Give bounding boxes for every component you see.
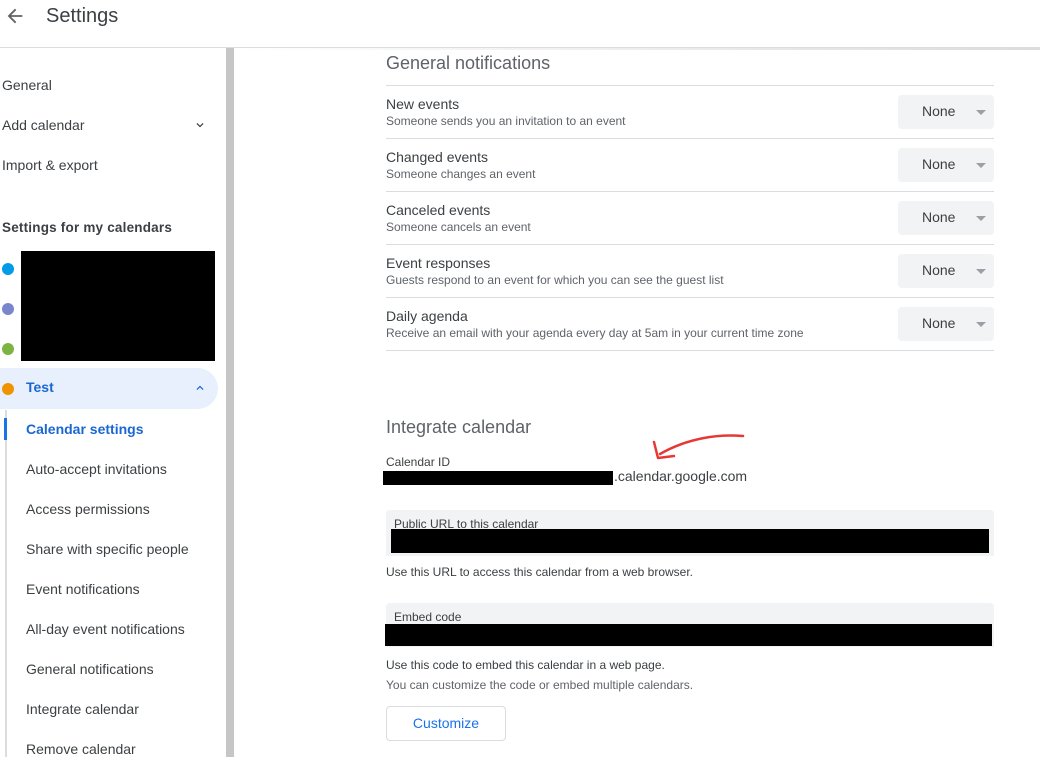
back-arrow-icon[interactable] (4, 5, 26, 27)
content-top-shadow (234, 48, 1040, 50)
public-url-help: Use this URL to access this calendar fro… (386, 565, 694, 579)
submenu-active-indicator (4, 418, 7, 440)
notification-title: New events (386, 96, 460, 112)
notification-description: Receive an email with your agenda every … (386, 326, 804, 340)
notification-select[interactable]: None (898, 307, 994, 341)
notification-row-event-responses: Event responses Guests respond to an eve… (386, 245, 994, 298)
sidebar-sub-share-people[interactable]: Share with specific people (26, 539, 189, 559)
select-value: None (922, 262, 956, 278)
sidebar-sub-auto-accept[interactable]: Auto-accept invitations (26, 459, 167, 479)
sidebar-item-add-calendar[interactable]: Add calendar (2, 115, 85, 135)
redacted-embed-code (385, 624, 992, 646)
chevron-down-icon[interactable] (193, 118, 207, 132)
dropdown-arrow-icon (976, 216, 986, 221)
calendar-color-dot (2, 263, 14, 275)
dropdown-arrow-icon (976, 269, 986, 274)
notification-description: Someone cancels an event (386, 220, 531, 234)
select-value: None (922, 156, 956, 172)
notification-description: Someone sends you an invitation to an ev… (386, 114, 626, 128)
select-value: None (922, 209, 956, 225)
notification-row-canceled-events: Canceled events Someone cancels an event… (386, 192, 994, 245)
notification-select[interactable]: None (898, 148, 994, 182)
redacted-calendar-names (21, 251, 215, 361)
sidebar-sub-remove-calendar[interactable]: Remove calendar (26, 739, 136, 759)
sidebar-sub-general-notifications[interactable]: General notifications (26, 659, 154, 679)
sidebar-item-import-export[interactable]: Import & export (2, 155, 98, 175)
embed-code-help-secondary: You can customize the code or embed mult… (386, 678, 694, 692)
dropdown-arrow-icon (976, 163, 986, 168)
notification-row-changed-events: Changed events Someone changes an event … (386, 139, 994, 192)
notification-title: Event responses (386, 255, 491, 271)
select-value: None (922, 103, 956, 119)
notification-description: Someone changes an event (386, 167, 536, 181)
notification-description: Guests respond to an event for which you… (386, 273, 724, 287)
general-notifications-heading: General notifications (386, 53, 551, 73)
sidebar-item-general[interactable]: General (2, 75, 52, 95)
sidebar-sub-all-day-notifications[interactable]: All-day event notifications (26, 619, 185, 639)
notification-select[interactable]: None (898, 95, 994, 129)
embed-code-label: Embed code (394, 610, 462, 624)
page-title: Settings (46, 5, 119, 27)
redacted-calendar-id (383, 471, 613, 485)
annotation-arrow-icon (652, 434, 745, 460)
notification-title: Changed events (386, 149, 488, 165)
redacted-public-url (391, 529, 989, 553)
sidebar-sub-calendar-settings[interactable]: Calendar settings (26, 419, 143, 439)
calendar-id-label: Calendar ID (386, 455, 451, 469)
calendar-color-dot (2, 383, 14, 395)
select-value: None (922, 315, 956, 331)
sidebar-sub-integrate-calendar[interactable]: Integrate calendar (26, 699, 139, 719)
dropdown-arrow-icon (976, 322, 986, 327)
sidebar-sub-event-notifications[interactable]: Event notifications (26, 579, 140, 599)
app-header: Settings (0, 0, 1040, 48)
customize-button[interactable]: Customize (386, 706, 506, 741)
embed-code-help: Use this code to embed this calendar in … (386, 658, 665, 672)
sidebar-calendar-label[interactable]: Test (26, 379, 54, 395)
sidebar-scrollbar[interactable] (226, 48, 234, 757)
notification-row-daily-agenda: Daily agenda Receive an email with your … (386, 298, 994, 351)
notification-row-new-events: New events Someone sends you an invitati… (386, 86, 994, 139)
calendar-color-dot (2, 343, 14, 355)
notification-title: Canceled events (386, 202, 491, 218)
integrate-calendar-heading: Integrate calendar (386, 417, 532, 437)
dropdown-arrow-icon (976, 110, 986, 115)
notification-title: Daily agenda (386, 308, 468, 324)
notification-select[interactable]: None (898, 254, 994, 288)
notification-select[interactable]: None (898, 201, 994, 235)
sidebar-sub-access-permissions[interactable]: Access permissions (26, 499, 150, 519)
calendar-id-suffix[interactable]: .calendar.google.com (614, 468, 747, 484)
chevron-up-icon[interactable] (193, 381, 207, 395)
calendar-color-dot (2, 303, 14, 315)
section-heading-my-calendars: Settings for my calendars (2, 220, 173, 235)
submenu-rail (5, 410, 7, 757)
